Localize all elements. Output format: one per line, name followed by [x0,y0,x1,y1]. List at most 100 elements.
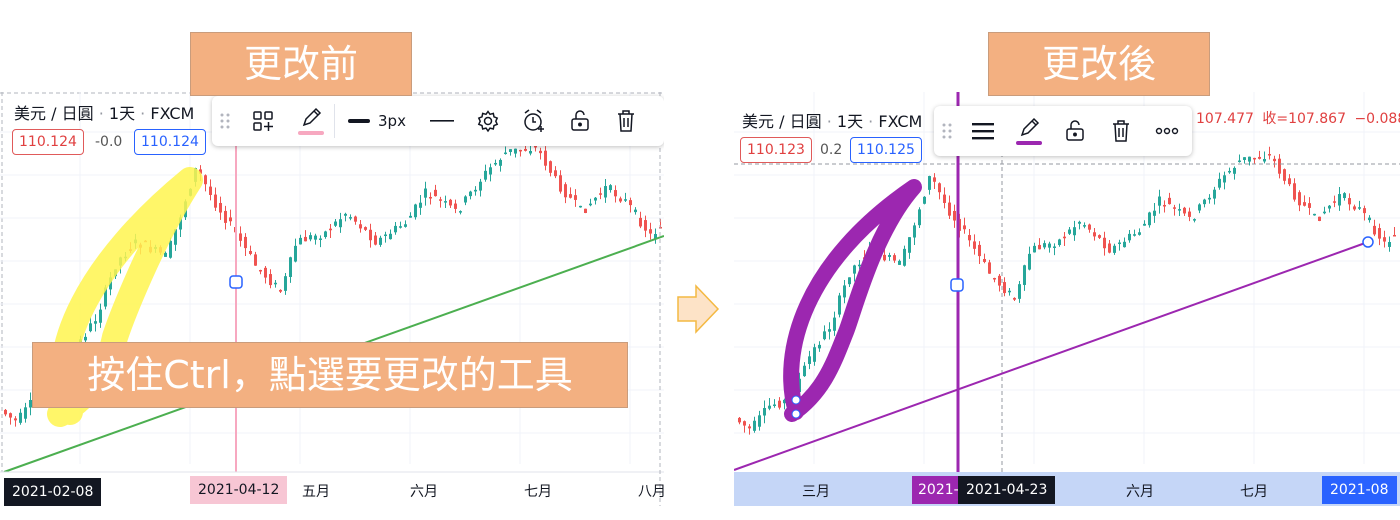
add-alert-icon[interactable] [511,96,557,146]
drag-handle-icon[interactable] [934,106,960,156]
unlock-icon[interactable] [557,96,603,146]
candle-body [314,235,317,240]
pencil-color-icon[interactable] [288,96,334,146]
candle-body [644,220,647,231]
ask-price-box[interactable]: 110.125 [850,137,922,163]
candle-body [1088,224,1091,230]
axis-month-label: 七月 [1240,484,1268,500]
candle-body [938,183,941,193]
candle-body [1273,158,1276,162]
candle-body [564,184,567,198]
candle-body [594,197,597,201]
chart-after: 美元 / 日圓 · 1天 · FXCM 107.477 收=107.867 −0… [734,92,1400,506]
candle-body [743,421,746,426]
candle-body [758,415,761,427]
symbol-currency: 美元 [742,112,775,131]
chart-before: 美元 / 日圓 · 1天 · FXCM 110.124 -0.0 110.124 [0,92,664,506]
candle-body [1098,235,1101,238]
candle-body [988,262,991,274]
candle-body [748,426,751,429]
candle-body [963,225,966,230]
candle-body [943,194,946,203]
drag-handle-icon[interactable] [212,96,238,146]
candle-body [753,420,756,431]
candle-body [629,200,632,206]
candle-body [634,209,637,213]
candle-body [1003,282,1006,294]
line-style-icon[interactable] [419,96,465,146]
candle-body [554,170,557,177]
candle-body [858,264,861,267]
candle-body [604,186,607,198]
candle-body [948,202,951,216]
candle-body [544,150,547,166]
candle-body [853,265,856,274]
bid-price-box[interactable]: 110.124 [12,129,84,155]
candle-body [953,210,956,221]
anchor-handle [1362,236,1374,248]
candle-body [828,329,831,332]
delete-trash-icon[interactable] [1098,106,1144,156]
candle-body [224,210,227,223]
delete-trash-icon[interactable] [603,96,649,146]
dot-separator: · [140,104,146,123]
candle-body [324,231,327,238]
candle-body [419,202,422,208]
symbol-currency: 美元 [14,104,47,123]
candle-body [559,175,562,192]
candle-body [843,285,846,298]
unlock-icon[interactable] [1052,106,1098,156]
bid-price-box[interactable]: 110.123 [740,137,812,163]
candle-body [279,289,282,292]
axis-month-label: 七月 [524,484,552,500]
candle-body [1343,193,1346,199]
settings-gear-icon[interactable] [465,96,511,146]
line-width-button[interactable]: 3px [335,96,419,146]
candle-body [933,177,936,182]
crosshair-date-c: 2021-08 [1322,476,1397,504]
candle-body [514,148,517,154]
candle-body [19,412,22,423]
candle-body [1363,208,1366,214]
line-width-label: 3px [378,112,406,130]
menu-icon[interactable] [960,106,1006,156]
more-options-icon[interactable] [1144,106,1190,156]
candle-body [424,188,427,198]
brush-handle [791,395,801,405]
candle-body [1193,219,1196,221]
candle-body [923,196,926,204]
ask-price-box[interactable]: 110.124 [134,129,206,155]
axis-month-label: 六月 [1126,484,1154,500]
symbol-interval: 1天 [108,104,136,123]
candle-body [1108,243,1111,253]
before-label: 更改前 [190,32,412,96]
candle-body [993,277,996,280]
candle-body [883,254,886,261]
candle-body [574,195,577,200]
candle-body [214,194,217,208]
dot-separator: · [868,112,874,131]
candle-body [499,159,502,166]
candle-body [289,257,292,277]
candle-body [459,211,462,213]
candle-body [624,199,627,201]
anchor-handle [229,275,243,289]
candle-body [1388,242,1391,247]
pencil-color-icon[interactable] [1006,106,1052,156]
after-label: 更改後 [988,32,1210,96]
candle-body [494,162,497,165]
candle-body [1383,237,1386,242]
candle-body [414,204,417,218]
candle-body [379,237,382,245]
symbol-separator: / [779,112,785,131]
ohlc-readout: 107.477 收=107.867 −0.088 [1196,108,1400,128]
candle-body [614,190,617,197]
candle-body [474,189,477,192]
instruction-label: 按住Ctrl，點選要更改的工具 [32,342,628,408]
object-tree-icon[interactable] [238,96,288,146]
candle-body [823,331,826,340]
candle-body [833,317,836,331]
crosshair-date-start: 2021-02-08 [4,478,102,506]
candle-body [599,193,602,195]
candle-body [1168,197,1171,205]
